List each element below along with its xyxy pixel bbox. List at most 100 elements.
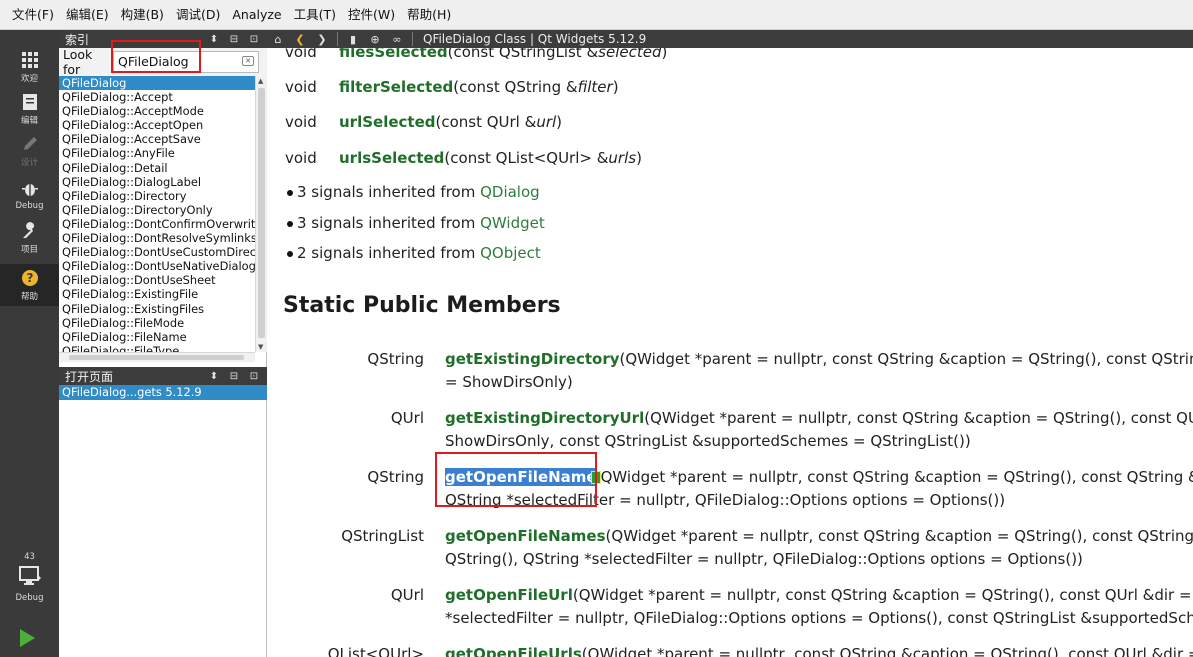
signal-row: void urlSelected(const QUrl &url) bbox=[285, 113, 563, 131]
menu-tools[interactable]: 工具(T) bbox=[288, 0, 342, 30]
index-item[interactable]: QFileDialog bbox=[59, 76, 255, 91]
mode-projects[interactable]: 项目 bbox=[0, 217, 59, 259]
kit-number: 43 bbox=[24, 552, 35, 562]
member-return-type: QStringList bbox=[341, 527, 424, 545]
member-link[interactable]: getExistingDirectory bbox=[445, 350, 620, 368]
split-icon[interactable]: ⊟ bbox=[227, 32, 241, 46]
split-icon[interactable]: ⊟ bbox=[227, 369, 241, 383]
member-link[interactable]: getOpenFileUrls bbox=[445, 645, 582, 657]
look-for-label: Look for bbox=[63, 47, 93, 77]
toolbar-separator bbox=[337, 32, 338, 46]
mode-bar: 欢迎 编辑 设计 Debug 项目 ? 帮助 43 Debug bbox=[0, 30, 59, 657]
mode-label: 项目 bbox=[20, 245, 38, 255]
doc-toolbar: ⌂ ❮ ❯ ▮ ⊕ ∞ QFileDialog Class | Qt Widge… bbox=[267, 30, 1193, 48]
index-item[interactable]: QFileDialog::Accept bbox=[59, 90, 255, 104]
mode-help[interactable]: ? 帮助 bbox=[0, 264, 59, 306]
doc-title: QFileDialog Class | Qt Widgets 5.12.9 bbox=[423, 32, 647, 46]
index-item[interactable]: QFileDialog::FileMode bbox=[59, 316, 255, 330]
inherited-link[interactable]: QObject bbox=[480, 244, 541, 262]
member-signature: getExistingDirectory(QWidget *parent = n… bbox=[445, 350, 1193, 391]
run-button[interactable] bbox=[18, 628, 36, 652]
scroll-down-icon[interactable]: ▼ bbox=[258, 343, 263, 351]
home-icon[interactable]: ⌂ bbox=[267, 30, 289, 48]
menu-analyze[interactable]: Analyze bbox=[226, 0, 287, 30]
index-item[interactable]: QFileDialog::ExistingFiles bbox=[59, 302, 255, 316]
member-link[interactable]: getExistingDirectoryUrl bbox=[445, 409, 644, 427]
grid-icon bbox=[20, 50, 40, 70]
member-link[interactable]: getOpenFileUrl bbox=[445, 586, 573, 604]
scroll-up-icon[interactable]: ▲ bbox=[258, 77, 263, 85]
inherited-link[interactable]: QWidget bbox=[480, 214, 545, 232]
help-icon: ? bbox=[20, 268, 40, 288]
signal-link[interactable]: urlSelected bbox=[339, 113, 435, 131]
member-link[interactable]: getOpenFileNames bbox=[445, 527, 606, 545]
index-item[interactable]: QFileDialog::Detail bbox=[59, 161, 255, 175]
index-item[interactable]: QFileDialog::DontResolveSymlinks bbox=[59, 231, 255, 245]
open-page-item[interactable]: QFileDialog...gets 5.12.9 bbox=[59, 385, 267, 400]
look-for-row: Look for QFileDialog ✕ bbox=[59, 47, 267, 77]
member-return-type: QUrl bbox=[390, 586, 424, 604]
kit-label: Debug bbox=[15, 593, 44, 603]
mode-welcome[interactable]: 欢迎 bbox=[0, 46, 59, 88]
signal-row: void filesSelected(const QStringList &sel… bbox=[285, 48, 667, 61]
menu-controls[interactable]: 控件(W) bbox=[342, 0, 401, 30]
index-item[interactable]: QFileDialog::Directory bbox=[59, 189, 255, 203]
forward-icon[interactable]: ❯ bbox=[311, 30, 333, 48]
kit-selector[interactable]: 43 Debug bbox=[0, 552, 59, 612]
globe-icon[interactable]: ⊕ bbox=[364, 30, 386, 48]
index-item[interactable]: QFileDialog::FileName bbox=[59, 330, 255, 344]
back-icon[interactable]: ❮ bbox=[289, 30, 311, 48]
index-item[interactable]: QFileDialog::DontConfirmOverwrit bbox=[59, 217, 255, 231]
menu-build[interactable]: 构建(B) bbox=[115, 0, 170, 30]
scroll-thumb[interactable] bbox=[69, 355, 244, 360]
scroll-thumb[interactable] bbox=[258, 88, 265, 338]
index-item[interactable]: QFileDialog::DirectoryOnly bbox=[59, 203, 255, 217]
index-vertical-scrollbar[interactable]: ▲ ▼ bbox=[255, 76, 267, 352]
member-signature: getOpenFileUrl(QWidget *parent = nullptr… bbox=[445, 586, 1193, 627]
index-item[interactable]: QFileDialog::ExistingFile bbox=[59, 287, 255, 301]
pane-selector-icon[interactable]: ⬍ bbox=[207, 32, 221, 46]
index-pane-header: 索引 ⬍ ⊟ ⊡ bbox=[59, 30, 267, 48]
close-pane-icon[interactable]: ⊡ bbox=[247, 369, 261, 383]
mode-design[interactable]: 设计 bbox=[0, 130, 59, 172]
mode-edit[interactable]: 编辑 bbox=[0, 88, 59, 130]
look-for-input[interactable]: QFileDialog ✕ bbox=[113, 51, 259, 73]
member-return-type: QString bbox=[367, 350, 424, 368]
index-item[interactable]: QFileDialog::DontUseNativeDialog bbox=[59, 259, 255, 273]
pane-selector-icon[interactable]: ⬍ bbox=[207, 369, 221, 383]
member-return-type: QUrl bbox=[390, 409, 424, 427]
signal-link[interactable]: filesSelected bbox=[339, 48, 448, 61]
inherited-link[interactable]: QDialog bbox=[480, 183, 540, 201]
member-return-type: QString bbox=[367, 468, 424, 486]
link-icon[interactable]: ∞ bbox=[386, 30, 408, 48]
signal-link[interactable]: filterSelected bbox=[339, 78, 453, 96]
index-item[interactable]: QFileDialog::DialogLabel bbox=[59, 175, 255, 189]
index-horizontal-scrollbar[interactable] bbox=[59, 352, 255, 362]
clear-input-icon[interactable]: ✕ bbox=[242, 56, 254, 66]
menu-bar: 文件(F) 编辑(E) 构建(B) 调试(D) Analyze 工具(T) 控件… bbox=[0, 0, 1193, 30]
index-item[interactable]: QFileDialog::AnyFile bbox=[59, 146, 255, 160]
index-item[interactable]: QFileDialog::AcceptSave bbox=[59, 132, 255, 146]
index-list: QFileDialog QFileDialog::Accept QFileDialo… bbox=[59, 76, 255, 362]
svg-text:?: ? bbox=[26, 271, 33, 285]
menu-debug[interactable]: 调试(D) bbox=[170, 0, 226, 30]
menu-help[interactable]: 帮助(H) bbox=[401, 0, 457, 30]
index-item[interactable]: QFileDialog::AcceptMode bbox=[59, 104, 255, 118]
play-icon bbox=[18, 629, 36, 652]
index-item[interactable]: QFileDialog::AcceptOpen bbox=[59, 118, 255, 132]
signal-row: void urlsSelected(const QList<QUrl> &urls… bbox=[285, 149, 642, 167]
index-item[interactable]: QFileDialog::DontUseCustomDirec bbox=[59, 245, 255, 259]
mouse-cursor-icon bbox=[590, 471, 601, 484]
signal-link[interactable]: urlsSelected bbox=[339, 149, 444, 167]
menu-file[interactable]: 文件(F) bbox=[6, 0, 60, 30]
doc-content: void filesSelected(const QStringList &sel… bbox=[267, 48, 1193, 657]
index-item[interactable]: QFileDialog::DontUseSheet bbox=[59, 273, 255, 287]
bookmark-icon[interactable]: ▮ bbox=[342, 30, 364, 48]
mode-debug[interactable]: Debug bbox=[0, 174, 59, 216]
menu-edit[interactable]: 编辑(E) bbox=[60, 0, 115, 30]
index-pane-title: 索引 bbox=[65, 32, 90, 47]
member-link-selected[interactable]: getOpenFileName bbox=[445, 468, 597, 486]
close-pane-icon[interactable]: ⊡ bbox=[247, 32, 261, 46]
inherited-item: 2 signals inherited from QObject bbox=[287, 244, 541, 262]
mode-label: 欢迎 bbox=[20, 74, 38, 84]
